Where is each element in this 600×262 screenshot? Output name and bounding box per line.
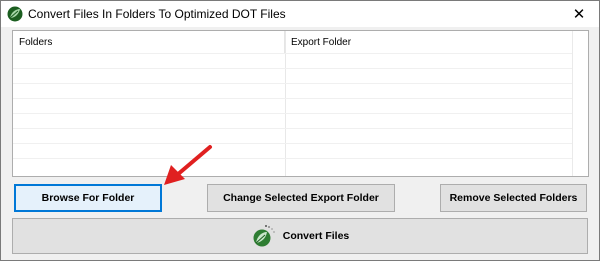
app-window: Convert Files In Folders To Optimized DO…	[0, 0, 600, 261]
red-arrow-icon	[164, 145, 212, 185]
